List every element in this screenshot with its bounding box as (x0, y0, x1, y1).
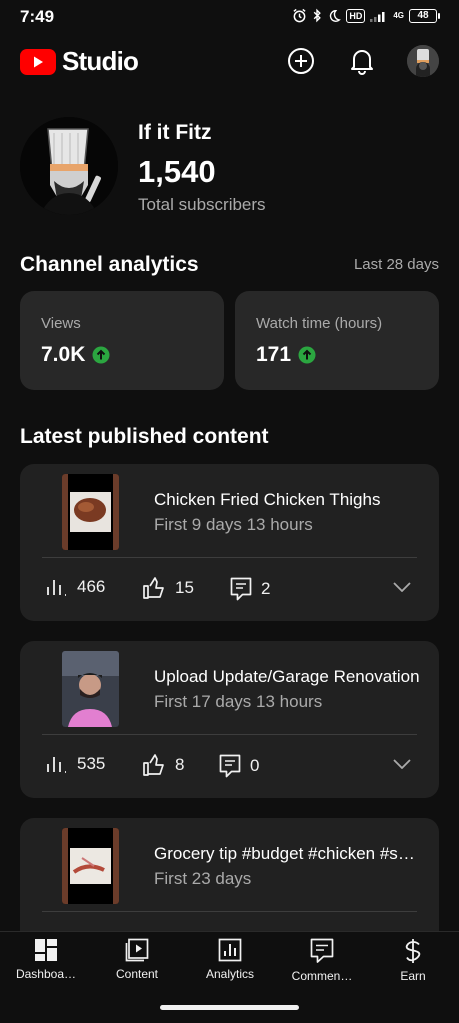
bell-icon (351, 50, 373, 75)
alarm-icon (293, 8, 306, 23)
status-icons: HD 4G 48 (292, 8, 440, 23)
notifications-button[interactable] (345, 44, 379, 78)
divider (42, 557, 417, 558)
network-type: 4G (393, 10, 404, 20)
chef-avatar-icon (407, 45, 439, 77)
video-title: Grocery tip #budget #chicken #shorts (154, 844, 422, 863)
app-header: Studio (0, 32, 459, 92)
signal-icon (370, 12, 385, 22)
comments-count: 2 (261, 579, 271, 598)
video-age: First 9 days 13 hours (154, 515, 313, 534)
divider (42, 734, 417, 735)
bluetooth-icon (314, 8, 322, 23)
status-bar: 7:49 HD 4G 48 (0, 0, 459, 32)
comment-icon (219, 754, 241, 778)
analytics-title: Channel analytics (20, 253, 199, 276)
views-value-row: 7.0K (41, 343, 110, 367)
subscriber-label: Total subscribers (138, 195, 266, 214)
earn-icon (405, 939, 421, 963)
video-title: Chicken Fried Chicken Thighs (154, 490, 381, 509)
video-title: Upload Update/Garage Renovation (154, 667, 420, 686)
nav-label: Analytics (205, 967, 255, 981)
create-button[interactable] (284, 44, 318, 78)
chevron-down-icon[interactable] (393, 582, 411, 592)
bar-chart-icon (47, 580, 66, 596)
nav-label: Content (115, 967, 159, 981)
likes-count: 15 (175, 578, 194, 597)
views-metric: 466 (46, 577, 105, 597)
video-age: First 17 days 13 hours (154, 692, 323, 711)
views-label: Views (41, 315, 81, 332)
subscriber-count: 1,540 (138, 154, 216, 189)
watch-time-value: 171 (256, 343, 292, 366)
nav-label: Commen… (291, 969, 353, 983)
bottom-navigation: Dashboa… Content Analytics Commen… Earn (0, 931, 459, 993)
channel-name: If it Fitz (138, 121, 212, 144)
studio-logo[interactable]: Studio (20, 46, 139, 77)
latest-content-title: Latest published content (20, 425, 269, 448)
comments-metric: 2 (230, 577, 270, 601)
analytics-icon (218, 938, 242, 962)
chevron-down-icon[interactable] (393, 759, 411, 769)
youtube-play-icon (20, 48, 56, 75)
comments-icon (310, 938, 334, 963)
nav-content[interactable]: Content (91, 938, 183, 981)
views-card[interactable]: Views 7.0K (20, 291, 224, 390)
content-item[interactable]: Upload Update/Garage Renovation First 17… (20, 641, 439, 798)
account-avatar[interactable] (407, 45, 439, 77)
views-value: 7.0K (41, 343, 86, 366)
nav-analytics[interactable]: Analytics (184, 938, 276, 981)
divider (42, 911, 417, 912)
nav-label: Earn (400, 969, 426, 983)
bar-chart-icon (47, 757, 66, 773)
gesture-bar[interactable] (160, 1005, 299, 1010)
battery-level: 48 (417, 10, 429, 21)
brand-name: Studio (62, 46, 139, 76)
video-thumbnail (62, 651, 119, 727)
dashboard-icon (35, 939, 57, 961)
content-item[interactable]: Chicken Fried Chicken Thighs First 9 day… (20, 464, 439, 621)
trend-up-icon (298, 346, 316, 364)
content-icon (125, 938, 149, 962)
video-thumbnail (62, 828, 119, 904)
comment-icon (230, 577, 252, 601)
likes-metric: 15 (142, 577, 194, 599)
video-age: First 23 days (154, 869, 252, 888)
thumbs-up-icon (143, 754, 164, 776)
hd-badge: HD (346, 8, 366, 23)
nav-earn[interactable]: Earn (367, 938, 459, 983)
nav-comments[interactable]: Commen… (276, 938, 368, 983)
chef-avatar-icon (20, 117, 118, 215)
comments-metric: 0 (219, 754, 259, 778)
do-not-disturb-icon (330, 9, 342, 22)
likes-metric: 8 (142, 754, 184, 776)
trend-up-icon (92, 346, 110, 364)
analytics-period: Last 28 days (353, 256, 439, 273)
nav-label: Dashboa… (15, 967, 77, 981)
create-icon (288, 48, 314, 74)
watch-time-label: Watch time (hours) (256, 315, 383, 332)
video-thumbnail (62, 474, 119, 550)
watch-time-value-row: 171 (256, 343, 316, 367)
status-time: 7:49 (20, 7, 55, 26)
views-metric: 535 (46, 754, 105, 774)
thumbs-up-icon (143, 577, 164, 599)
views-count: 466 (77, 577, 106, 596)
comments-count: 0 (250, 756, 260, 775)
views-count: 535 (77, 754, 106, 773)
battery-icon: 48 (409, 8, 440, 23)
channel-avatar[interactable] (20, 117, 118, 215)
nav-dashboard[interactable]: Dashboa… (0, 938, 92, 981)
likes-count: 8 (175, 755, 185, 774)
watch-time-card[interactable]: Watch time (hours) 171 (235, 291, 439, 390)
